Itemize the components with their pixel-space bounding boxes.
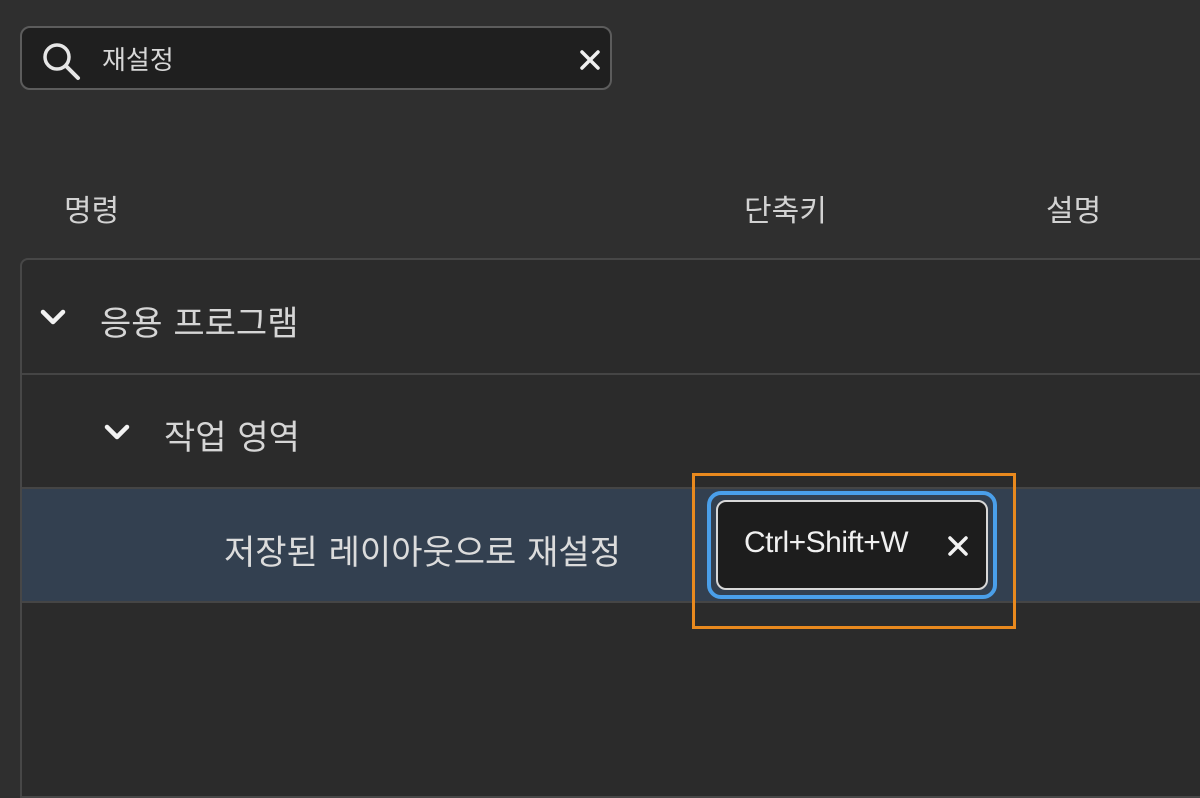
- tree-group-application[interactable]: 응용 프로그램: [22, 260, 1200, 375]
- tree-group-workspace[interactable]: 작업 영역: [22, 375, 1200, 489]
- search-box: [20, 26, 612, 90]
- close-icon: [580, 50, 600, 70]
- tree-group-label: 응용 프로그램: [100, 304, 299, 344]
- close-icon: [948, 536, 968, 556]
- chevron-down-icon[interactable]: [102, 417, 132, 447]
- remove-shortcut-button[interactable]: [940, 526, 976, 566]
- column-header-command[interactable]: 명령: [64, 186, 119, 230]
- chevron-down-icon[interactable]: [38, 302, 68, 332]
- tree-group-label: 작업 영역: [164, 418, 300, 458]
- search-input[interactable]: [102, 38, 542, 78]
- shortcut-keys: Ctrl+Shift+W: [744, 526, 909, 559]
- command-row-reset-layout[interactable]: 저장된 레이아웃으로 재설정: [22, 489, 1200, 603]
- shortcut-tree: 응용 프로그램 작업 영역 저장된 레이아웃으로 재설정: [20, 258, 1200, 798]
- column-header-shortcut[interactable]: 단축키: [744, 186, 827, 230]
- column-header-description[interactable]: 설명: [1046, 186, 1101, 230]
- command-label: 저장된 레이아웃으로 재설정: [224, 533, 621, 573]
- clear-search-button[interactable]: [570, 40, 610, 80]
- search-icon: [43, 43, 80, 80]
- shortcut-chip[interactable]: Ctrl+Shift+W: [716, 500, 988, 590]
